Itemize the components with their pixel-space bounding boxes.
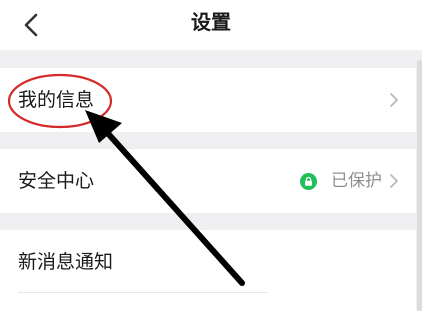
chevron-right-icon (390, 174, 398, 188)
row-label-new-message-notification: 新消息通知 (18, 251, 114, 273)
scrollbar[interactable] (417, 60, 422, 311)
chevron-right-icon (390, 93, 398, 107)
lock-icon (300, 172, 317, 190)
status-text: 已保护 (331, 171, 382, 191)
row-divider (18, 292, 268, 293)
security-status: 已保护 (300, 169, 402, 193)
row-label-security-center: 安全中心 (18, 170, 95, 192)
row-my-info[interactable]: 我的信息 (0, 68, 416, 132)
row-security-center[interactable]: 安全中心 已保护 (0, 149, 416, 213)
page-title: 设置 (191, 10, 231, 34)
row-label-my-info: 我的信息 (18, 89, 95, 111)
row-new-message-notification[interactable]: 新消息通知 (0, 230, 416, 311)
nav-bar: 设置 (0, 0, 422, 50)
